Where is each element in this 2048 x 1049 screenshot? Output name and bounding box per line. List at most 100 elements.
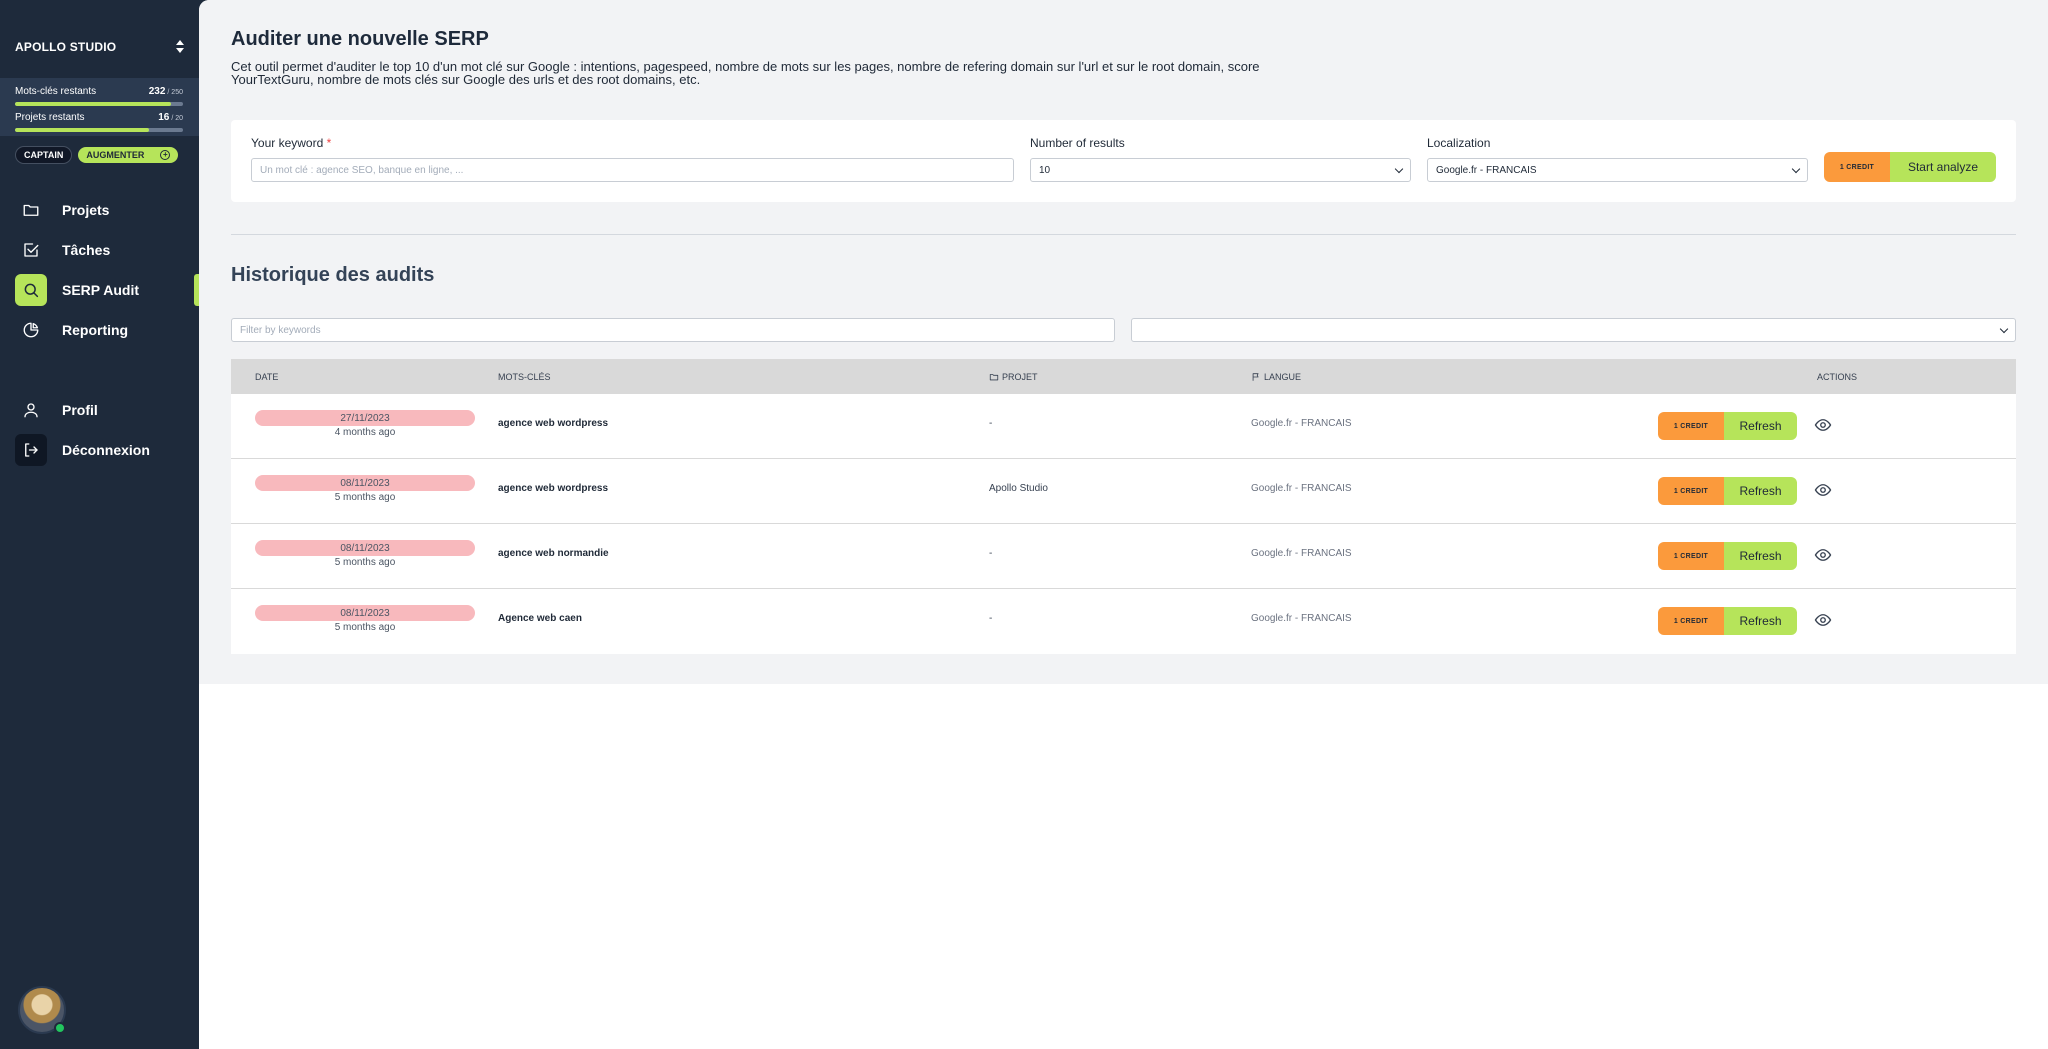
credit-cost-badge: 1 CREDIT [1658,542,1724,570]
refresh-label: Refresh [1724,607,1797,635]
keyword-cell[interactable]: agence web normandie [498,548,609,559]
relative-time: 4 months ago [334,427,396,438]
nav-item-reporting[interactable]: Reporting [15,314,199,346]
avatar[interactable] [18,986,66,1034]
refresh-button[interactable]: 1 CREDIT Refresh [1658,607,1797,635]
refresh-button[interactable]: 1 CREDIT Refresh [1658,412,1797,440]
sort-toggle-icon[interactable] [175,40,185,54]
eye-icon[interactable] [1814,611,1832,629]
pie-chart-icon [15,314,47,346]
page-title: Auditer une nouvelle SERP [231,28,489,50]
project-cell: Apollo Studio [989,483,1048,494]
table-row: 27/11/2023 4 months ago agence web wordp… [231,394,2016,459]
quota-label: Projets restants [15,112,85,123]
filter-select[interactable] [1131,318,2016,342]
column-language: LANGUE [1251,359,1301,394]
column-keywords: MOTS-CLÉS [498,371,551,382]
start-analyze-label: Start analyze [1890,152,1996,182]
project-cell: - [989,418,993,429]
date-badge: 08/11/2023 [255,540,475,556]
results-label: Number of results [1030,136,1125,150]
keyword-cell[interactable]: agence web wordpress [498,483,608,494]
chevron-down-icon [1791,164,1801,173]
user-icon [15,394,47,426]
nav-label: Tâches [62,242,111,258]
quota-bar [15,128,183,132]
table-header: DATE MOTS-CLÉS PROJET LANGUE ACTIONS [231,359,2016,394]
main-content: Auditer une nouvelle SERP Cet outil perm… [199,0,2048,1049]
credit-cost-badge: 1 CREDIT [1658,607,1724,635]
nav-label: Déconnexion [62,442,150,458]
nav-item-serp-audit[interactable]: SERP Audit [15,274,199,306]
search-icon [15,274,47,306]
filter-keywords-input[interactable] [231,318,1115,342]
online-status-dot [54,1022,66,1034]
eye-icon[interactable] [1814,481,1832,499]
keywords-quota: Mots-clés restants 232/ 250 [15,86,183,106]
nav-label: Projets [62,202,110,218]
audit-form: Your keyword * Number of results 10 Loca… [231,120,2016,202]
language-cell: Google.fr - FRANCAIS [1251,483,1352,494]
language-cell: Google.fr - FRANCAIS [1251,548,1352,559]
date-badge: 08/11/2023 [255,475,475,491]
chevron-down-icon [1394,164,1404,173]
quota-bar-fill [15,128,150,132]
start-analyze-button[interactable]: 1 CREDIT Start analyze [1824,152,1996,182]
refresh-label: Refresh [1724,412,1797,440]
section-divider [231,234,2016,235]
table-row: 08/11/2023 5 months ago Agence web caen … [231,589,2016,654]
quota-max: / 20 [171,115,183,122]
column-actions: ACTIONS [1817,371,1858,382]
relative-time: 5 months ago [334,492,396,503]
audit-history-table: DATE MOTS-CLÉS PROJET LANGUE ACTIONS 27/… [231,359,2016,654]
required-marker: * [326,136,332,150]
localization-label: Localization [1427,136,1491,150]
keyword-label-text: Your keyword [251,136,324,150]
projects-quota: Projets restants 16/ 20 [15,112,183,132]
logout-icon [15,434,47,466]
refresh-label: Refresh [1724,477,1797,505]
keyword-label: Your keyword * [251,136,331,150]
nav-item-projets[interactable]: Projets [15,194,199,226]
localization-select-value: Google.fr - FRANCAIS [1436,164,1537,176]
date-badge: 27/11/2023 [255,410,475,426]
column-date: DATE [255,371,279,382]
organization-switcher[interactable]: APOLLO STUDIO [15,38,185,56]
credit-cost-badge: 1 CREDIT [1824,152,1890,182]
organization-name: APOLLO STUDIO [15,40,117,54]
keyword-input[interactable] [251,158,1014,182]
quota-panel: Mots-clés restants 232/ 250 Projets rest… [0,78,199,136]
date-badge: 08/11/2023 [255,605,475,621]
nav-item-profil[interactable]: Profil [15,394,199,426]
column-project: PROJET [989,359,1038,394]
upgrade-label: AUGMENTER [86,150,145,160]
credit-cost-badge: 1 CREDIT [1658,412,1724,440]
language-cell: Google.fr - FRANCAIS [1251,613,1352,624]
upgrade-button[interactable]: AUGMENTER + [78,147,179,163]
folder-icon [989,373,999,380]
checkbox-icon [15,234,47,266]
refresh-button[interactable]: 1 CREDIT Refresh [1658,542,1797,570]
localization-select[interactable]: Google.fr - FRANCAIS [1427,158,1808,182]
refresh-button[interactable]: 1 CREDIT Refresh [1658,477,1797,505]
sidebar: APOLLO STUDIO Mots-clés restants 232/ 25… [0,0,199,1049]
quota-max: / 250 [167,89,183,96]
project-cell: - [989,548,993,559]
keyword-cell[interactable]: agence web wordpress [498,418,608,429]
project-cell: - [989,613,993,624]
relative-time: 5 months ago [334,622,396,633]
results-select[interactable]: 10 [1030,158,1411,182]
column-language-label: LANGUE [1264,371,1302,382]
quota-bar-fill [15,102,171,106]
flag-icon [1252,372,1259,381]
eye-icon[interactable] [1814,416,1832,434]
nav-item-deconnexion[interactable]: Déconnexion [15,434,199,466]
nav-item-taches[interactable]: Tâches [15,234,199,266]
results-select-value: 10 [1039,164,1051,176]
main-panel: Auditer une nouvelle SERP Cet outil perm… [199,0,2048,684]
eye-icon[interactable] [1814,546,1832,564]
table-row: 08/11/2023 5 months ago agence web wordp… [231,459,2016,524]
quota-bar [15,102,183,106]
keyword-cell[interactable]: Agence web caen [498,613,582,624]
quota-value: 16 [158,112,170,123]
